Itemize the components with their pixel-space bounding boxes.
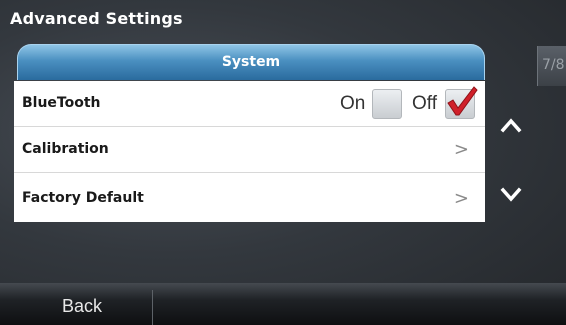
calibration-row[interactable]: Calibration > <box>14 127 485 173</box>
factory-default-row[interactable]: Factory Default > <box>14 176 485 222</box>
title-bar: Advanced Settings <box>0 0 566 40</box>
page-indicator-tab: 7/8 <box>537 46 566 86</box>
bottom-toolbar: Back <box>0 283 566 325</box>
bluetooth-on-checkbox[interactable] <box>372 89 402 119</box>
bluetooth-row: BlueTooth On Off <box>14 81 485 127</box>
page-title: Advanced Settings <box>10 9 183 28</box>
section-header: System <box>17 44 485 80</box>
chevron-right-icon: > <box>453 188 469 209</box>
chevron-right-icon: > <box>453 139 469 160</box>
scroll-up-button[interactable] <box>494 108 528 142</box>
page-indicator: 7/8 <box>542 57 565 73</box>
section-title: System <box>221 54 281 70</box>
toolbar-divider <box>152 290 153 325</box>
bluetooth-off-label: Off <box>412 93 437 114</box>
checkmark-icon <box>447 86 478 116</box>
factory-default-label: Factory Default <box>22 190 144 206</box>
bluetooth-on-label: On <box>340 93 366 114</box>
back-label: Back <box>62 296 103 316</box>
bluetooth-label: BlueTooth <box>22 95 101 111</box>
bluetooth-off-checkbox[interactable] <box>445 86 478 119</box>
device-screen: Advanced Settings 7/8 System BlueTooth O… <box>0 0 566 325</box>
settings-list: BlueTooth On Off Calibration > Factory D… <box>14 81 485 222</box>
back-button[interactable]: Back <box>0 283 152 325</box>
chevron-up-icon <box>500 118 522 133</box>
chevron-down-icon <box>500 187 522 202</box>
scroll-down-button[interactable] <box>494 178 528 212</box>
calibration-label: Calibration <box>22 141 109 157</box>
